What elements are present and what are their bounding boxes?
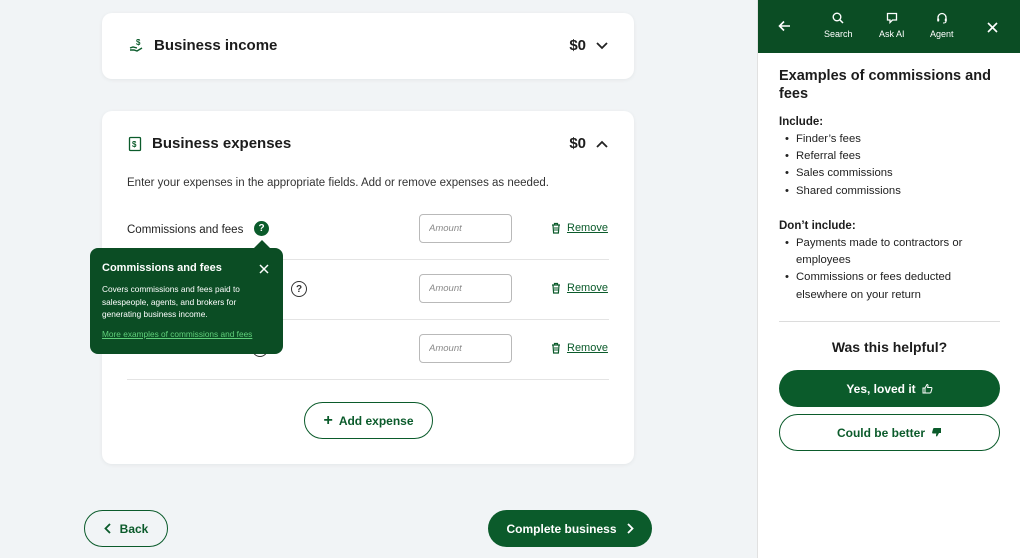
business-expenses-amount: $0 <box>569 135 586 152</box>
panel-divider <box>779 321 1000 322</box>
tooltip-title: Commissions and fees <box>102 262 222 274</box>
helpful-question: Was this helpful? <box>831 339 948 355</box>
trash-icon <box>551 342 561 354</box>
remove-button[interactable]: Remove <box>551 342 608 354</box>
expenses-intro-text: Enter your expenses in the appropriate f… <box>127 177 549 189</box>
list-item: Commissions or fees deducted elsewhere o… <box>785 269 985 303</box>
could-be-better-label: Could be better <box>836 425 925 440</box>
thumbs-up-icon <box>922 383 933 394</box>
exclude-list: Payments made to contractors or employee… <box>785 235 985 304</box>
list-item: Payments made to contractors or employee… <box>785 235 985 269</box>
business-income-amount: $0 <box>569 37 586 54</box>
business-income-title: Business income <box>154 37 278 54</box>
close-icon[interactable] <box>987 20 998 38</box>
tooltip-more-examples-link[interactable]: More examples of commissions and fees <box>102 329 271 339</box>
ask-ai-tool-label: Ask AI <box>879 29 905 39</box>
include-list: Finder’s fees Referral fees Sales commis… <box>785 131 901 200</box>
svg-text:$: $ <box>132 140 137 149</box>
search-icon <box>832 12 844 24</box>
remove-label: Remove <box>567 342 608 354</box>
yes-loved-it-button[interactable]: Yes, loved it <box>779 370 1000 407</box>
back-button[interactable]: Back <box>84 510 168 547</box>
ask-ai-tool-button[interactable]: Ask AI <box>879 12 905 39</box>
help-panel-header: Search Ask AI Agent <box>758 0 1020 53</box>
remove-button[interactable]: Remove <box>551 222 608 234</box>
list-item: Finder’s fees <box>785 131 901 148</box>
remove-label: Remove <box>567 282 608 294</box>
chevron-left-icon <box>103 523 111 534</box>
list-item: Sales commissions <box>785 165 901 182</box>
amount-input[interactable] <box>419 274 512 303</box>
complete-business-label: Complete business <box>506 521 617 536</box>
help-panel: Search Ask AI Agent Examples of commissi… <box>757 0 1020 558</box>
agent-tool-button[interactable]: Agent <box>930 12 954 39</box>
help-question-icon[interactable]: ? <box>291 281 307 297</box>
trash-icon <box>551 282 561 294</box>
chat-bubble-icon <box>886 12 898 24</box>
tooltip-body: Covers commissions and fees paid to sale… <box>102 284 240 319</box>
plus-icon: + <box>323 411 333 429</box>
income-hand-icon: $ <box>128 38 144 54</box>
headset-icon <box>936 12 948 24</box>
chevron-up-icon[interactable] <box>596 140 608 148</box>
business-income-card[interactable]: $ Business income $0 <box>102 13 634 79</box>
remove-label: Remove <box>567 222 608 234</box>
close-icon[interactable] <box>259 261 269 279</box>
complete-business-button[interactable]: Complete business <box>488 510 652 547</box>
chevron-right-icon <box>626 523 634 534</box>
list-item: Shared commissions <box>785 183 901 200</box>
chevron-down-icon[interactable] <box>596 41 608 50</box>
receipt-icon: $ <box>128 136 142 152</box>
yes-loved-it-label: Yes, loved it <box>846 381 916 396</box>
svg-text:$: $ <box>136 38 141 47</box>
include-heading: Include: <box>779 116 824 128</box>
commissions-tooltip: Commissions and fees Covers commissions … <box>90 240 283 354</box>
exclude-heading: Don’t include: <box>779 220 856 232</box>
search-tool-label: Search <box>824 29 853 39</box>
remove-button[interactable]: Remove <box>551 282 608 294</box>
list-item: Referral fees <box>785 148 901 165</box>
search-tool-button[interactable]: Search <box>824 12 853 39</box>
agent-tool-label: Agent <box>930 29 954 39</box>
business-expenses-title: Business expenses <box>152 135 292 152</box>
arrow-left-icon[interactable] <box>778 19 791 37</box>
back-label: Back <box>119 521 149 536</box>
help-question-icon[interactable]: ? <box>254 221 269 236</box>
amount-input[interactable] <box>419 214 512 243</box>
could-be-better-button[interactable]: Could be better <box>779 414 1000 451</box>
help-panel-title: Examples of commissions and fees <box>779 68 991 102</box>
thumbs-down-icon <box>931 427 942 438</box>
trash-icon <box>551 222 561 234</box>
add-expense-button[interactable]: + Add expense <box>304 402 433 439</box>
add-expense-label: Add expense <box>338 413 414 428</box>
amount-input[interactable] <box>419 334 512 363</box>
expense-row-label: Commissions and fees <box>127 224 244 236</box>
